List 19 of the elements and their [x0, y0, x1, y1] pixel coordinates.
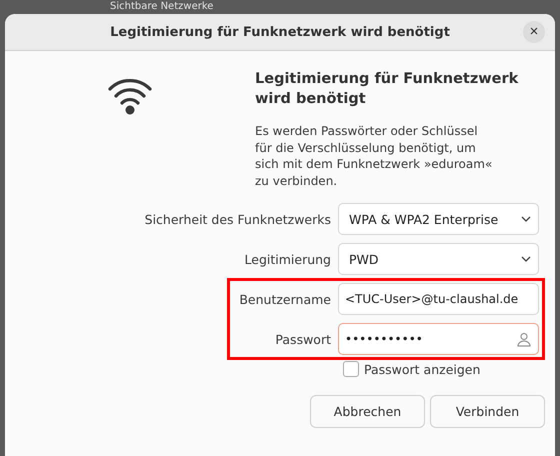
background-heading: Sichtbare Netzwerke: [109, 0, 214, 14]
dialog-message: Es werden Passwörter oder Schlüssel für die Verschlüsselung benötigt, um sich mit dem Funknetzwerk »eduroam« zu verbinden.: [255, 123, 494, 189]
cancel-button[interactable]: Abbrechen: [310, 395, 425, 428]
wifi-icon: [108, 77, 152, 115]
show-password-checkbox[interactable]: Passwort anzeigen: [343, 361, 480, 377]
field-label: Sicherheit des Funknetzwerks: [144, 212, 331, 226]
dropdown[interactable]: WPA & WPA2 Enterprise: [338, 203, 539, 235]
field-label: Passwort: [275, 332, 331, 346]
field-label: Legitimierung: [244, 252, 331, 266]
username-field[interactable]: <TUC-User>@tu-claushal.de: [338, 283, 539, 315]
dialog-heading: Legitimierung für Funknetzwerk wird benötigt: [255, 70, 520, 109]
password-field[interactable]: •••••••••••: [338, 323, 539, 355]
connect-button[interactable]: Verbinden: [430, 395, 545, 428]
field-label: Benutzername: [239, 292, 331, 306]
user-icon[interactable]: [515, 331, 531, 347]
window-title: Legitimierung für Funknetzwerk wird benötigt: [110, 24, 450, 40]
checkbox-icon[interactable]: [343, 361, 359, 377]
dropdown[interactable]: PWD: [338, 243, 539, 275]
close-button[interactable]: ×: [523, 21, 545, 43]
